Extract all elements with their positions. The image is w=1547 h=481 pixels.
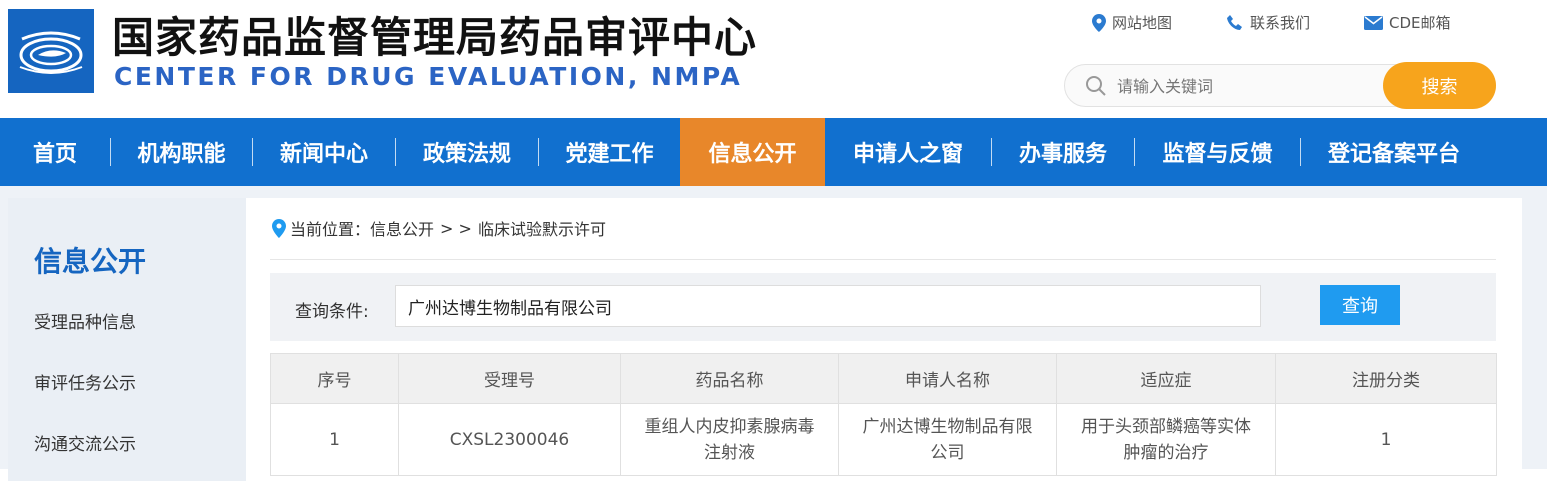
nav-home[interactable]: 首页 — [0, 118, 110, 186]
column-header: 药品名称 — [620, 353, 839, 404]
table-cell: 1 — [1275, 403, 1497, 476]
table-cell: 重组人内皮抑素腺病毒注射液 — [620, 403, 839, 476]
table-cell: 广州达博生物制品有限公司 — [838, 403, 1057, 476]
sidebar-title: 信息公开 — [34, 245, 147, 278]
nav-services[interactable]: 办事服务 — [992, 118, 1134, 186]
site-logo[interactable] — [8, 9, 94, 93]
breadcrumb-divider — [270, 259, 1496, 260]
nav-registration[interactable]: 登记备案平台 — [1301, 118, 1487, 186]
main-area: 信息公开 受理品种信息 审评任务公示 沟通交流公示 当前位置： 信息公开 > >… — [0, 186, 1547, 481]
results-table: 序号 受理号 药品名称 申请人名称 适应症 注册分类 1 CXSL2300046… — [270, 353, 1497, 476]
table-header-row: 序号 受理号 药品名称 申请人名称 适应症 注册分类 — [270, 353, 1497, 404]
breadcrumb-prefix: 当前位置： — [290, 220, 371, 239]
mail-icon — [1364, 15, 1384, 30]
nav-party[interactable]: 党建工作 — [539, 118, 680, 186]
map-pin-icon — [1092, 13, 1106, 32]
sidebar-item-accepted-varieties[interactable]: 受理品种信息 — [34, 308, 136, 333]
sidebar: 信息公开 受理品种信息 审评任务公示 沟通交流公示 — [8, 198, 246, 481]
query-input[interactable] — [395, 285, 1261, 327]
column-header: 注册分类 — [1275, 353, 1497, 404]
search-button[interactable]: 搜索 — [1383, 62, 1496, 109]
table-cell: CXSL2300046 — [398, 403, 621, 476]
location-pin-icon — [272, 218, 286, 238]
contact-link[interactable]: 联系我们 — [1226, 12, 1310, 33]
table-row[interactable]: 1 CXSL2300046 重组人内皮抑素腺病毒注射液 广州达博生物制品有限公司… — [270, 403, 1497, 476]
breadcrumb-separator: > > — [440, 218, 472, 238]
breadcrumb-current: 临床试验默示许可 — [477, 220, 606, 239]
nav-info-public[interactable]: 信息公开 — [680, 118, 825, 186]
nav-organization[interactable]: 机构职能 — [111, 118, 252, 186]
column-header: 申请人名称 — [838, 353, 1057, 404]
site-header: 国家药品监督管理局药品审评中心 CENTER FOR DRUG EVALUATI… — [0, 0, 1547, 118]
main-nav: 首页 机构职能 新闻中心 政策法规 党建工作 信息公开 申请人之窗 办事服务 监… — [0, 118, 1547, 186]
table-cell: 1 — [270, 403, 399, 476]
column-header: 适应症 — [1056, 353, 1276, 404]
query-label: 查询条件: — [295, 302, 369, 322]
nav-policy[interactable]: 政策法规 — [396, 118, 538, 186]
nav-news[interactable]: 新闻中心 — [253, 118, 395, 186]
site-title: 国家药品监督管理局药品审评中心 — [112, 13, 758, 62]
column-header: 序号 — [270, 353, 399, 404]
table-cell: 用于头颈部鳞癌等实体肿瘤的治疗 — [1056, 403, 1276, 476]
sidebar-item-review-tasks[interactable]: 审评任务公示 — [34, 369, 136, 394]
email-label: CDE邮箱 — [1389, 14, 1451, 32]
site-subtitle: CENTER FOR DRUG EVALUATION, NMPA — [114, 62, 743, 91]
nav-feedback[interactable]: 监督与反馈 — [1135, 118, 1300, 186]
column-header: 受理号 — [398, 353, 621, 404]
contact-label: 联系我们 — [1250, 14, 1311, 32]
query-button[interactable]: 查询 — [1320, 285, 1400, 325]
breadcrumb: 当前位置： 信息公开 > > 临床试验默示许可 — [272, 216, 606, 240]
phone-icon — [1226, 14, 1244, 32]
search-input[interactable] — [1117, 73, 1377, 99]
nav-applicant[interactable]: 申请人之窗 — [825, 118, 991, 186]
sidebar-item-communication[interactable]: 沟通交流公示 — [34, 430, 136, 455]
sitemap-label: 网站地图 — [1112, 14, 1173, 32]
email-link[interactable]: CDE邮箱 — [1364, 12, 1451, 33]
query-bar: 查询条件: 查询 — [270, 273, 1496, 341]
sitemap-link[interactable]: 网站地图 — [1092, 12, 1172, 33]
content-panel: 当前位置： 信息公开 > > 临床试验默示许可 查询条件: 查询 序号 受理号 … — [246, 198, 1522, 481]
search-icon — [1085, 75, 1107, 101]
breadcrumb-section[interactable]: 信息公开 — [370, 216, 434, 240]
top-links: 网站地图 联系我们 CDE邮箱 — [1092, 12, 1451, 33]
